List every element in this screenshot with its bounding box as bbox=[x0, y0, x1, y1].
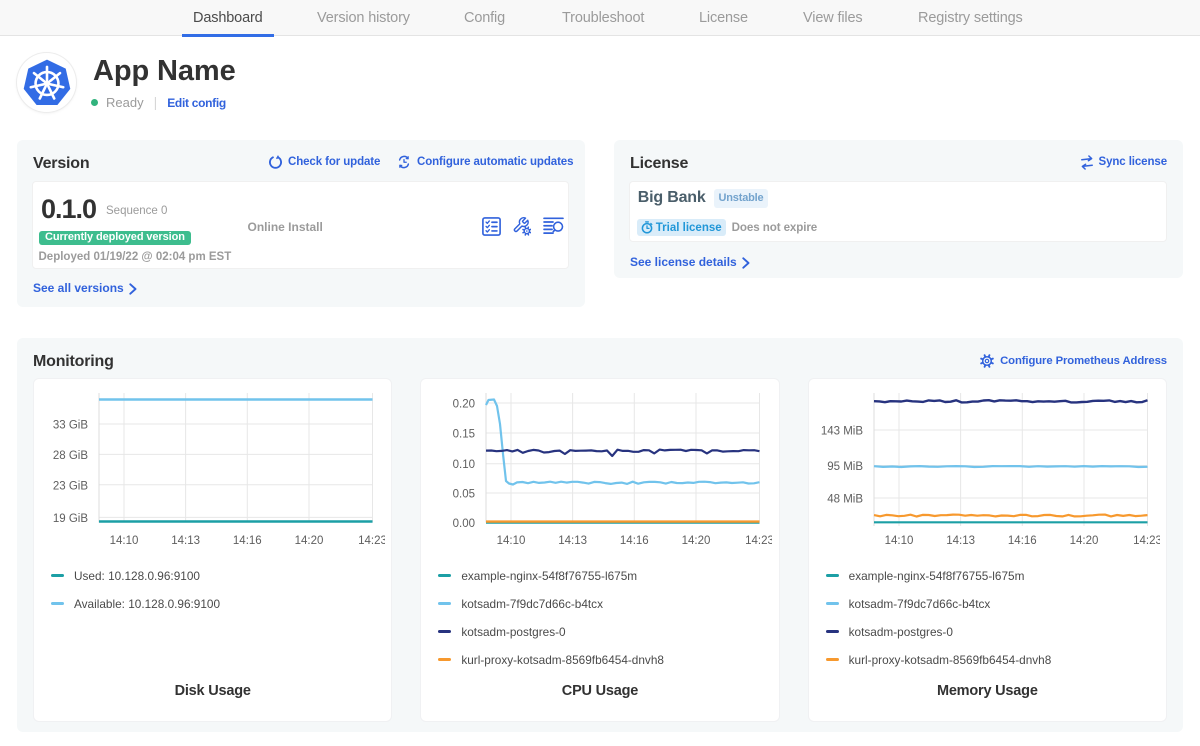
svg-text:14:10: 14:10 bbox=[110, 535, 139, 547]
svg-text:14:23: 14:23 bbox=[745, 535, 772, 547]
svg-text:14:20: 14:20 bbox=[295, 535, 324, 547]
svg-text:14:23: 14:23 bbox=[358, 535, 385, 547]
svg-text:0.20: 0.20 bbox=[453, 399, 475, 411]
svg-text:0.00: 0.00 bbox=[453, 518, 475, 530]
svg-text:14:10: 14:10 bbox=[884, 535, 913, 547]
svg-text:0.10: 0.10 bbox=[453, 459, 475, 471]
svg-text:14:20: 14:20 bbox=[1069, 535, 1098, 547]
svg-text:14:10: 14:10 bbox=[497, 535, 526, 547]
svg-text:0.05: 0.05 bbox=[453, 489, 475, 501]
svg-text:14:20: 14:20 bbox=[682, 535, 711, 547]
svg-text:28 GiB: 28 GiB bbox=[53, 450, 88, 462]
svg-text:19 GiB: 19 GiB bbox=[53, 513, 88, 525]
svg-text:95 MiB: 95 MiB bbox=[827, 461, 863, 473]
svg-text:14:23: 14:23 bbox=[1133, 535, 1160, 547]
svg-text:0.15: 0.15 bbox=[453, 429, 475, 441]
svg-text:14:13: 14:13 bbox=[559, 535, 588, 547]
svg-text:14:16: 14:16 bbox=[233, 535, 262, 547]
svg-text:14:13: 14:13 bbox=[946, 535, 975, 547]
svg-text:14:16: 14:16 bbox=[1008, 535, 1037, 547]
svg-text:23 GiB: 23 GiB bbox=[53, 480, 88, 492]
svg-text:143 MiB: 143 MiB bbox=[820, 426, 863, 438]
svg-text:14:13: 14:13 bbox=[171, 535, 200, 547]
svg-text:48 MiB: 48 MiB bbox=[827, 494, 863, 506]
svg-text:33 GiB: 33 GiB bbox=[53, 420, 88, 432]
svg-text:14:16: 14:16 bbox=[620, 535, 649, 547]
